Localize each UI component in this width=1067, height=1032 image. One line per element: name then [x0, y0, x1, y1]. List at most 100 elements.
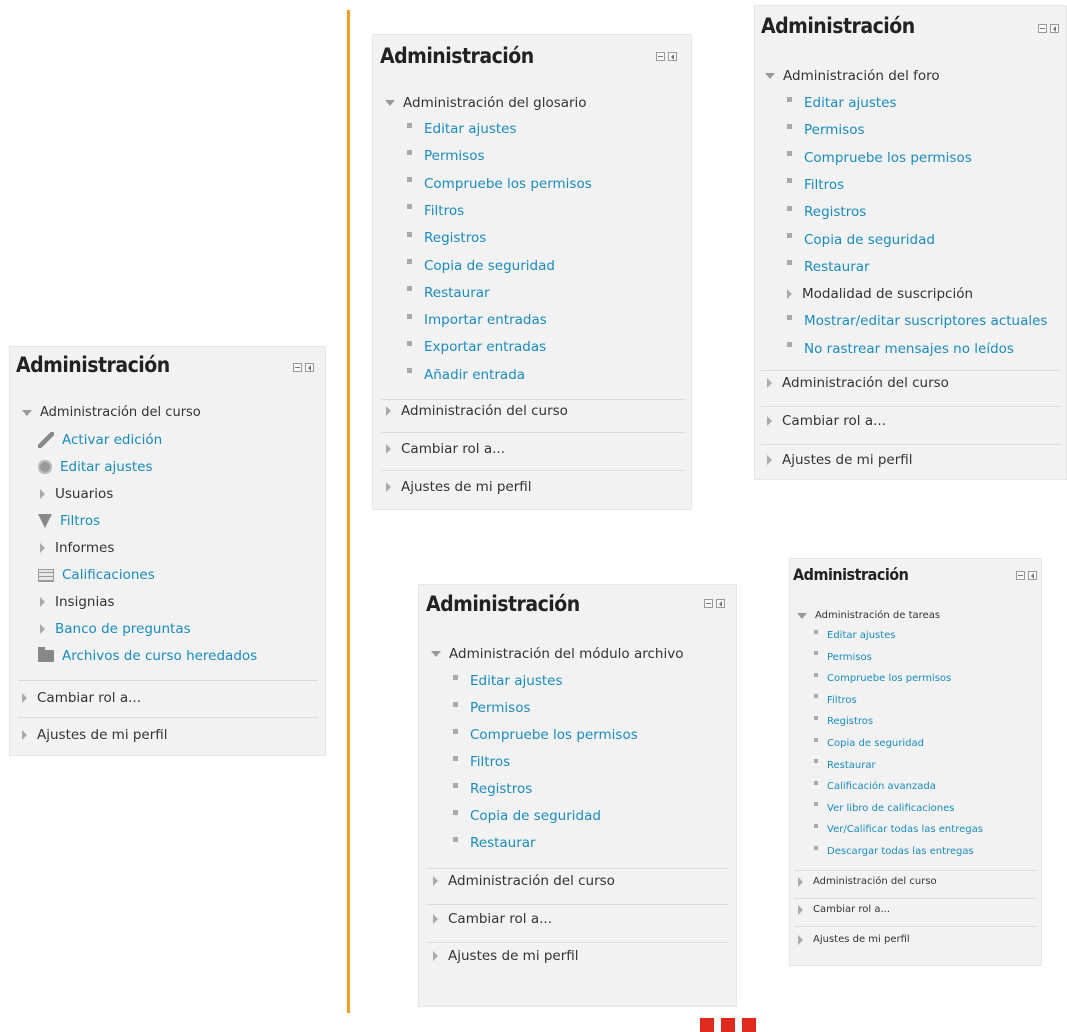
menu-item[interactable]: Editar ajustes [814, 629, 896, 641]
menu-item-banco-preguntas[interactable]: Banco de preguntas [40, 621, 191, 637]
menu-item-activar-edicion[interactable]: Activar edición [38, 432, 162, 448]
menu-item[interactable]: Compruebe los permisos [787, 150, 972, 166]
menu-item-ajustes-perfil[interactable]: Ajustes de mi perfil [386, 479, 532, 495]
menu-item[interactable]: Compruebe los permisos [814, 672, 951, 684]
menu-item-ajustes-perfil[interactable]: Ajustes de mi perfil [767, 452, 913, 468]
caret-right-icon [386, 406, 391, 416]
dock-icon[interactable] [305, 363, 314, 372]
menu-item-insignias[interactable]: Insignias [40, 594, 115, 610]
menu-item[interactable]: Exportar entradas [407, 339, 546, 355]
section-header[interactable]: Administración del foro [765, 68, 940, 84]
collapse-icon[interactable] [704, 599, 713, 608]
section-header[interactable]: Administración del módulo archivo [431, 646, 683, 662]
menu-item[interactable]: Permisos [407, 148, 485, 164]
menu-item-admin-curso[interactable]: Administración del curso [767, 375, 949, 391]
bullet-icon [787, 342, 792, 348]
menu-item[interactable]: Copia de seguridad [787, 232, 935, 248]
menu-item[interactable]: Filtros [787, 177, 844, 193]
menu-item[interactable]: Filtros [407, 203, 464, 219]
menu-item[interactable]: Restaurar [407, 285, 490, 301]
menu-item[interactable]: Permisos [814, 651, 872, 663]
section-header[interactable]: Administración de tareas [797, 610, 940, 621]
logo-square [700, 1018, 714, 1032]
menu-item[interactable]: Ver/Calificar todas las entregas [814, 823, 983, 835]
menu-item-editar-ajustes[interactable]: Editar ajustes [38, 459, 153, 475]
menu-item-usuarios[interactable]: Usuarios [40, 486, 113, 502]
bullet-icon [814, 845, 818, 850]
menu-item[interactable]: Descargar todas las entregas [814, 845, 974, 857]
menu-item[interactable]: Registros [453, 781, 532, 797]
menu-item[interactable]: Permisos [453, 700, 531, 716]
menu-item[interactable]: Modalidad de suscripción [787, 286, 973, 302]
dock-icon[interactable] [716, 599, 725, 608]
menu-item[interactable]: Restaurar [787, 259, 870, 275]
menu-item[interactable]: Copia de seguridad [814, 737, 924, 749]
menu-item-admin-curso[interactable]: Administración del curso [433, 873, 615, 889]
block-title: Administración [380, 44, 534, 68]
dock-icon[interactable] [668, 52, 677, 61]
section-header[interactable]: Administración del curso [22, 405, 201, 420]
menu-item[interactable]: Importar entradas [407, 312, 547, 328]
menu-item[interactable]: Compruebe los permisos [407, 176, 592, 192]
menu-item[interactable]: Copia de seguridad [407, 258, 555, 274]
menu-item[interactable]: Editar ajustes [787, 95, 897, 111]
separator [427, 904, 729, 905]
bullet-icon [407, 286, 412, 292]
menu-item-calificaciones[interactable]: Calificaciones [38, 567, 155, 583]
menu-item[interactable]: Compruebe los permisos [453, 727, 638, 743]
caret-right-icon [40, 624, 45, 634]
menu-item[interactable]: Editar ajustes [407, 121, 517, 137]
menu-item[interactable]: Mostrar/editar suscriptores actuales [787, 313, 1047, 329]
menu-item-cambiar-rol[interactable]: Cambiar rol a... [433, 911, 552, 927]
menu-item-archivos-heredados[interactable]: Archivos de curso heredados [38, 647, 257, 664]
separator [761, 370, 1061, 371]
caret-down-icon [797, 612, 807, 619]
block-title: Administración [16, 353, 170, 377]
separator [427, 942, 729, 943]
menu-item[interactable]: Registros [814, 715, 873, 727]
menu-item[interactable]: No rastrear mensajes no leídos [787, 341, 1014, 357]
menu-item-filtros[interactable]: Filtros [38, 513, 100, 529]
menu-item[interactable]: Registros [787, 204, 866, 220]
bullet-icon [453, 836, 458, 842]
menu-item[interactable]: Registros [407, 230, 486, 246]
collapse-icon[interactable] [1016, 571, 1025, 580]
collapse-icon[interactable] [656, 52, 665, 61]
menu-item-cambiar-rol[interactable]: Cambiar rol a... [22, 690, 141, 706]
section-header[interactable]: Administración del glosario [385, 95, 587, 111]
menu-item-informes[interactable]: Informes [40, 540, 114, 556]
menu-item[interactable]: Filtros [814, 694, 857, 706]
bullet-icon [407, 149, 412, 155]
caret-down-icon [765, 73, 775, 79]
bullet-icon [407, 122, 412, 128]
menu-item[interactable]: Permisos [787, 122, 865, 138]
menu-item-cambiar-rol[interactable]: Cambiar rol a... [386, 441, 505, 457]
menu-item[interactable]: Calificación avanzada [814, 780, 936, 792]
menu-item[interactable]: Copia de seguridad [453, 808, 601, 824]
bullet-icon [453, 782, 458, 788]
menu-item-cambiar-rol[interactable]: Cambiar rol a... [798, 904, 890, 915]
dock-icon[interactable] [1050, 24, 1059, 33]
admin-block-course: Administración Administración del curso … [9, 346, 326, 756]
separator [761, 406, 1061, 407]
bullet-icon [407, 177, 412, 183]
menu-item[interactable]: Ver libro de calificaciones [814, 802, 954, 814]
menu-item-ajustes-perfil[interactable]: Ajustes de mi perfil [433, 948, 579, 964]
menu-item-ajustes-perfil[interactable]: Ajustes de mi perfil [22, 727, 168, 743]
menu-item-admin-curso[interactable]: Administración del curso [798, 876, 937, 887]
menu-item-cambiar-rol[interactable]: Cambiar rol a... [767, 413, 886, 429]
menu-item[interactable]: Restaurar [453, 835, 536, 851]
menu-item[interactable]: Añadir entrada [407, 367, 525, 383]
menu-item-admin-curso[interactable]: Administración del curso [386, 403, 568, 419]
menu-item[interactable]: Restaurar [814, 759, 876, 771]
menu-item-ajustes-perfil[interactable]: Ajustes de mi perfil [798, 934, 910, 945]
menu-item[interactable]: Filtros [453, 754, 510, 770]
dock-icon[interactable] [1028, 571, 1037, 580]
logo-square [721, 1018, 735, 1032]
menu-item[interactable]: Editar ajustes [453, 673, 563, 689]
admin-block-foro: Administración Administración del foro E… [754, 5, 1067, 480]
collapse-icon[interactable] [1038, 24, 1047, 33]
caret-right-icon [798, 904, 803, 915]
caret-right-icon [40, 597, 45, 607]
collapse-icon[interactable] [293, 363, 302, 372]
